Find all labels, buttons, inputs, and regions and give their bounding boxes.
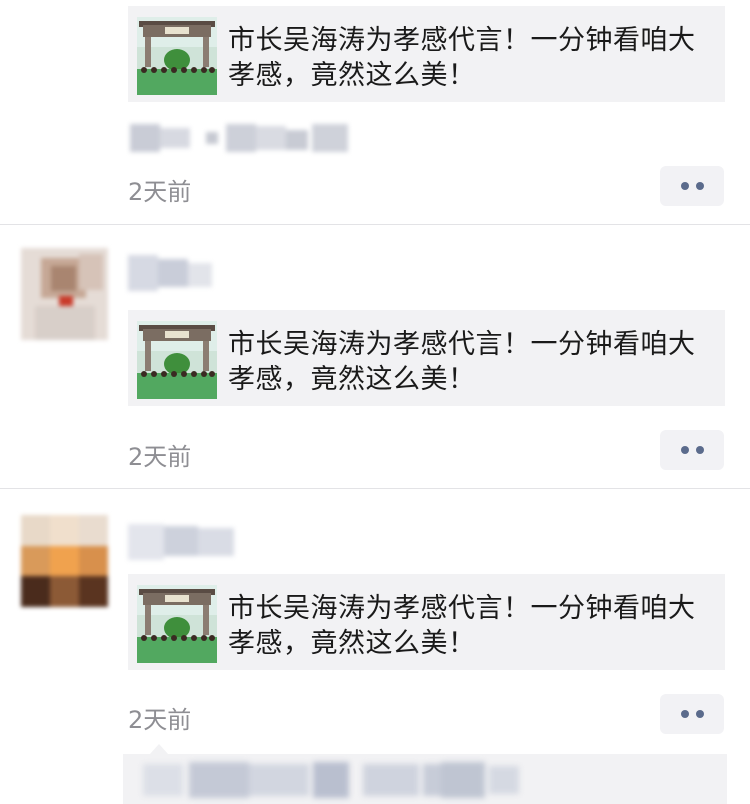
article-thumbnail bbox=[137, 17, 217, 95]
shared-link-card[interactable]: 市长吴海涛为孝感代言！一分钟看咱大孝感，竟然这么美！ bbox=[128, 6, 725, 102]
comment-area[interactable] bbox=[123, 754, 727, 804]
more-dots-icon bbox=[680, 182, 689, 190]
post-time: 2天前 bbox=[128, 706, 192, 734]
more-button[interactable] bbox=[660, 430, 724, 470]
post-time: 2天前 bbox=[128, 443, 192, 471]
shared-link-title: 市长吴海涛为孝感代言！一分钟看咱大孝感，竟然这么美！ bbox=[228, 593, 696, 659]
more-dots-icon bbox=[680, 446, 689, 454]
post-time: 2天前 bbox=[128, 178, 192, 206]
more-button[interactable] bbox=[660, 166, 724, 206]
feed-post: 市长吴海涛为孝感代言！一分钟看咱大孝感，竟然这么美！ 2天前 bbox=[0, 225, 750, 488]
avatar[interactable] bbox=[21, 515, 108, 607]
blurred-username bbox=[128, 524, 234, 560]
article-thumbnail bbox=[137, 585, 217, 663]
more-dots-icon bbox=[695, 182, 704, 190]
avatar[interactable] bbox=[21, 248, 108, 340]
shared-link-card[interactable]: 市长吴海涛为孝感代言！一分钟看咱大孝感，竟然这么美！ bbox=[128, 574, 725, 670]
shared-link-card[interactable]: 市长吴海涛为孝感代言！一分钟看咱大孝感，竟然这么美！ bbox=[128, 310, 725, 406]
shared-link-title: 市长吴海涛为孝感代言！一分钟看咱大孝感，竟然这么美！ bbox=[228, 329, 696, 395]
blurred-location-text bbox=[130, 124, 352, 154]
shared-link-title: 市长吴海涛为孝感代言！一分钟看咱大孝感，竟然这么美！ bbox=[228, 25, 696, 91]
blurred-username bbox=[128, 255, 212, 291]
blurred-comment-text bbox=[123, 754, 727, 804]
more-dots-icon bbox=[695, 710, 704, 718]
more-dots-icon bbox=[695, 446, 704, 454]
article-thumbnail bbox=[137, 321, 217, 399]
more-dots-icon bbox=[680, 710, 689, 718]
more-button[interactable] bbox=[660, 694, 724, 734]
feed-post: 市长吴海涛为孝感代言！一分钟看咱大孝感，竟然这么美！ 2天前 bbox=[0, 0, 750, 224]
comment-pointer bbox=[150, 744, 168, 754]
